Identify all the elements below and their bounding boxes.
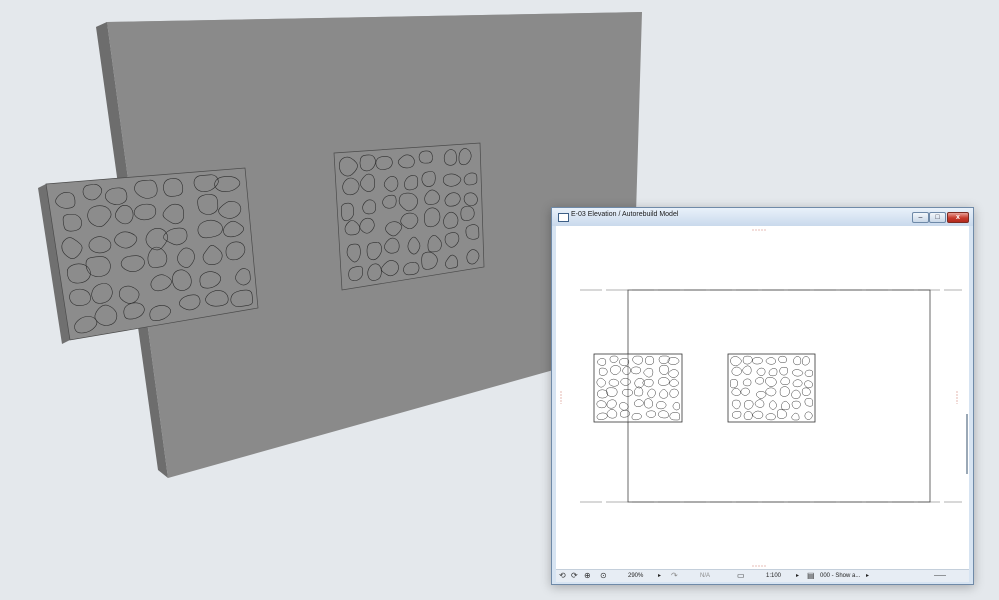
window-title: E-03 Elevation / Autorebuild Model <box>571 211 679 218</box>
redo-icon[interactable]: ⟳ <box>571 570 578 582</box>
right-panel-face <box>333 142 485 291</box>
elevation-canvas[interactable] <box>556 226 969 574</box>
scale-dropdown-arrow-icon[interactable]: ▸ <box>796 570 799 582</box>
layer-dropdown-arrow-icon[interactable]: ▸ <box>866 570 869 582</box>
layer-combination-value[interactable]: 000 - Show a... <box>820 570 860 582</box>
elevation-drawing[interactable] <box>556 226 969 574</box>
angle-value: N/A <box>700 573 711 579</box>
vertical-scrollbar[interactable] <box>966 414 968 474</box>
window-icon <box>558 213 569 222</box>
layer-combination-icon: ▤ <box>807 571 815 580</box>
orientation-icon: ↷ <box>671 571 678 580</box>
minimize-button[interactable]: – <box>912 212 929 223</box>
undo-icon[interactable]: ⟲ <box>559 570 566 582</box>
zoom-value[interactable]: 290% <box>628 570 643 582</box>
scale-value[interactable]: 1:100 <box>766 570 781 582</box>
maximize-icon: □ <box>935 214 940 221</box>
minimize-icon: – <box>918 214 923 221</box>
close-icon: x <box>956 214 960 221</box>
zoom-in-icon[interactable]: ⊕ <box>584 570 591 582</box>
pen-set-indicator[interactable]: —— <box>934 570 946 582</box>
elevation-window[interactable]: E-03 Elevation / Autorebuild Model – □ x… <box>551 207 974 585</box>
close-button[interactable]: x <box>947 212 969 223</box>
zoom-fit-icon[interactable]: ⊙ <box>600 570 607 582</box>
maximize-button[interactable]: □ <box>929 212 946 223</box>
window-titlebar[interactable]: E-03 Elevation / Autorebuild Model – □ x <box>552 208 973 226</box>
scale-icon: ▭ <box>737 571 745 580</box>
status-bar: ⟲ ⟳ ⊕ ⊙ 290% ▸ ↷ N/A ▭ 1:100 ▸ ▤ 000 - S… <box>556 569 969 582</box>
zoom-dropdown-arrow-icon[interactable]: ▸ <box>658 570 661 582</box>
